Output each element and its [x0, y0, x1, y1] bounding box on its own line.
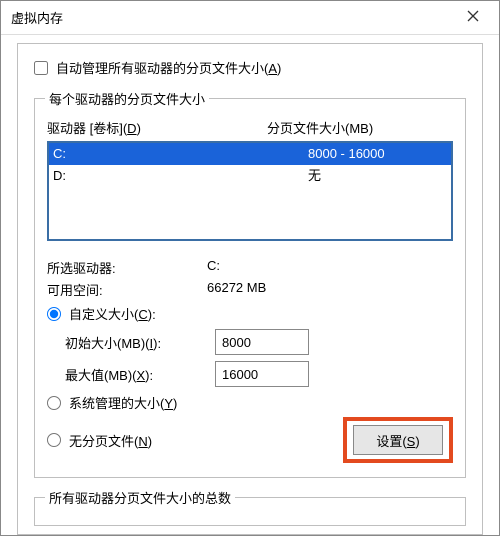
drive-list[interactable]: C:8000 - 16000D:无	[47, 141, 453, 241]
auto-manage-checkbox[interactable]	[34, 61, 48, 75]
window-title: 虚拟内存	[11, 8, 63, 27]
totals-legend: 所有驱动器分页文件大小的总数	[45, 488, 235, 507]
max-size-row: 最大值(MB)(X):	[65, 361, 453, 387]
free-space-row: 可用空间: 66272 MB	[47, 280, 453, 299]
drive-row-drive: D:	[53, 166, 308, 186]
selected-drive-label: 所选驱动器:	[47, 258, 207, 277]
titlebar: 虚拟内存	[1, 1, 499, 35]
set-button[interactable]: 设置(S)	[353, 425, 443, 455]
client-area: 自动管理所有驱动器的分页文件大小(A) 每个驱动器的分页文件大小 驱动器 [卷标…	[17, 43, 483, 535]
totals-fieldset: 所有驱动器分页文件大小的总数	[34, 488, 466, 526]
auto-manage-label[interactable]: 自动管理所有驱动器的分页文件大小(A)	[56, 58, 281, 77]
radio-custom-label[interactable]: 自定义大小(C):	[69, 304, 156, 323]
auto-manage-row: 自动管理所有驱动器的分页文件大小(A)	[34, 58, 466, 77]
drive-row-size: 无	[308, 166, 447, 186]
radio-none-label[interactable]: 无分页文件(N)	[69, 431, 152, 450]
drive-row-size: 8000 - 16000	[308, 144, 447, 164]
radio-custom-row: 自定义大小(C):	[47, 304, 453, 323]
close-button[interactable]	[451, 3, 495, 33]
free-space-value: 66272 MB	[207, 280, 453, 299]
initial-size-label: 初始大小(MB)(I):	[65, 333, 215, 352]
drive-row[interactable]: D:无	[49, 165, 451, 187]
close-icon	[467, 9, 479, 26]
drive-list-header: 驱动器 [卷标](D) 分页文件大小(MB)	[47, 116, 453, 141]
radio-system[interactable]	[47, 396, 61, 410]
radio-none-row: 无分页文件(N)	[47, 431, 343, 450]
per-drive-fieldset: 每个驱动器的分页文件大小 驱动器 [卷标](D) 分页文件大小(MB) C:80…	[34, 89, 466, 478]
virtual-memory-dialog: 虚拟内存 自动管理所有驱动器的分页文件大小(A) 每个驱动器的分页文件大小 驱动…	[0, 0, 500, 536]
selected-drive-value: C:	[207, 258, 453, 277]
header-drive: 驱动器 [卷标](D)	[47, 118, 267, 137]
free-space-label: 可用空间:	[47, 280, 207, 299]
drive-row[interactable]: C:8000 - 16000	[49, 143, 451, 165]
max-size-input[interactable]	[215, 361, 309, 387]
radio-custom[interactable]	[47, 307, 61, 321]
max-size-label: 最大值(MB)(X):	[65, 365, 215, 384]
set-button-highlight: 设置(S)	[343, 417, 453, 463]
initial-size-row: 初始大小(MB)(I):	[65, 329, 453, 355]
header-size: 分页文件大小(MB)	[267, 118, 453, 137]
drive-row-drive: C:	[53, 144, 308, 164]
initial-size-input[interactable]	[215, 329, 309, 355]
per-drive-legend: 每个驱动器的分页文件大小	[45, 89, 209, 108]
radio-none[interactable]	[47, 433, 61, 447]
radio-system-label[interactable]: 系统管理的大小(Y)	[69, 393, 177, 412]
radio-system-row: 系统管理的大小(Y)	[47, 393, 453, 412]
selected-drive-row: 所选驱动器: C:	[47, 258, 453, 277]
